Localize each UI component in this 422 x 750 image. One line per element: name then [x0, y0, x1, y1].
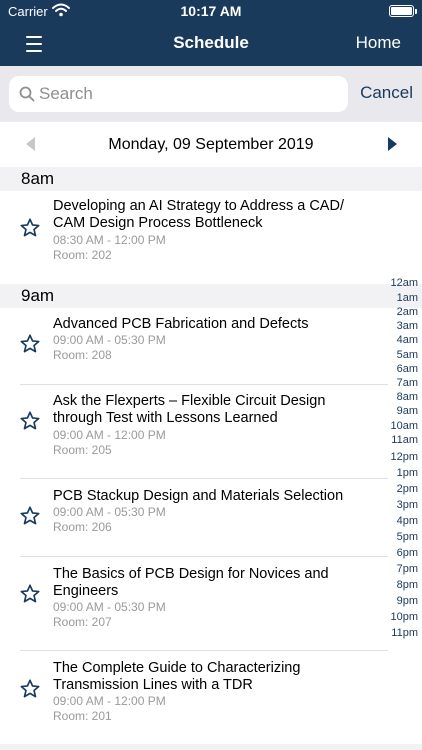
- session-time: 09:00 AM - 05:30 PM: [53, 505, 166, 519]
- date-navigator: Monday, 09 September 2019: [0, 122, 422, 166]
- index-item[interactable]: 2pm: [397, 483, 418, 495]
- session-row[interactable]: PCB Stackup Design and Materials Selecti…: [0, 479, 388, 557]
- index-item[interactable]: 3am: [397, 320, 418, 332]
- session-row[interactable]: Advanced PCB Fabrication and Defects 09:…: [0, 308, 388, 385]
- session-room: Room: 206: [53, 520, 112, 534]
- session-title: The Basics of PCB Design for Novices and…: [53, 566, 329, 599]
- search-icon: [19, 86, 35, 102]
- star-outline-icon[interactable]: [19, 410, 41, 432]
- session-title: Advanced PCB Fabrication and Defects: [53, 316, 309, 332]
- search-field: [9, 76, 348, 112]
- index-item[interactable]: 7am: [397, 377, 418, 389]
- index-item[interactable]: 6am: [397, 363, 418, 375]
- section-header-9am: 9am: [0, 284, 422, 308]
- next-day-arrow-icon[interactable]: [388, 137, 397, 151]
- index-item[interactable]: 6pm: [397, 547, 418, 559]
- search-input[interactable]: [39, 80, 339, 108]
- index-item[interactable]: 2am: [397, 306, 418, 318]
- cancel-button[interactable]: Cancel: [360, 83, 413, 103]
- session-time: 09:00 AM - 05:30 PM: [53, 600, 166, 614]
- section-header-8am: 8am: [0, 167, 422, 191]
- status-bar: Carrier 10:17 AM: [0, 0, 422, 22]
- section-header-label: 8am: [21, 169, 55, 188]
- section-header-label: 9am: [21, 286, 55, 305]
- index-item[interactable]: 5am: [397, 349, 418, 361]
- index-item[interactable]: 11am: [391, 434, 418, 446]
- index-item[interactable]: 9am: [397, 405, 418, 417]
- index-item[interactable]: 10am: [390, 420, 418, 432]
- list-footer: [0, 744, 422, 750]
- index-item[interactable]: 12pm: [390, 451, 418, 463]
- session-time: 09:00 AM - 05:30 PM: [53, 333, 166, 347]
- index-item[interactable]: 3pm: [397, 499, 418, 511]
- session-room: Room: 205: [53, 443, 112, 457]
- index-item[interactable]: 4pm: [397, 515, 418, 527]
- session-room: Room: 207: [53, 615, 112, 629]
- index-item[interactable]: 4am: [397, 334, 418, 346]
- index-item[interactable]: 7pm: [397, 563, 418, 575]
- home-button[interactable]: Home: [356, 33, 401, 53]
- index-item[interactable]: 10pm: [390, 611, 418, 623]
- index-item[interactable]: 11pm: [391, 627, 418, 639]
- session-time: 08:30 AM - 12:00 PM: [53, 233, 166, 247]
- current-date: Monday, 09 September 2019: [108, 136, 314, 153]
- navigation-bar: Schedule Home: [0, 22, 422, 66]
- index-item[interactable]: 8am: [397, 391, 418, 403]
- index-item[interactable]: 1am: [397, 292, 418, 304]
- star-outline-icon[interactable]: [19, 583, 41, 605]
- session-row[interactable]: Ask the Flexperts – Flexible Circuit Des…: [0, 385, 388, 479]
- hamburger-icon[interactable]: [18, 33, 50, 55]
- session-room: Room: 208: [53, 348, 112, 362]
- star-outline-icon[interactable]: [19, 217, 41, 239]
- session-title: The Complete Guide to Characterizing Tra…: [53, 660, 301, 693]
- index-item[interactable]: 8pm: [397, 579, 418, 591]
- star-outline-icon[interactable]: [19, 333, 41, 355]
- session-row[interactable]: The Complete Guide to Characterizing Tra…: [0, 651, 388, 744]
- previous-day-arrow-icon[interactable]: [26, 137, 35, 151]
- search-bar: Cancel: [0, 66, 422, 122]
- battery-icon: [389, 5, 417, 17]
- session-row[interactable]: The Basics of PCB Design for Novices and…: [0, 557, 388, 651]
- clock: 10:17 AM: [180, 3, 242, 19]
- session-title: Ask the Flexperts – Flexible Circuit Des…: [53, 393, 326, 426]
- index-item[interactable]: 5pm: [397, 531, 418, 543]
- session-time: 09:00 AM - 12:00 PM: [53, 428, 166, 442]
- session-title: Developing an AI Strategy to Address a C…: [53, 198, 344, 231]
- index-item[interactable]: 9pm: [397, 595, 418, 607]
- session-time: 09:00 AM - 12:00 PM: [53, 694, 166, 708]
- index-item[interactable]: 12am: [390, 277, 418, 289]
- session-room: Room: 201: [53, 709, 112, 723]
- session-title: PCB Stackup Design and Materials Selecti…: [53, 488, 344, 504]
- session-room: Room: 202: [53, 248, 112, 262]
- star-outline-icon[interactable]: [19, 505, 41, 527]
- index-item[interactable]: 1pm: [397, 467, 418, 479]
- star-outline-icon[interactable]: [19, 678, 41, 700]
- session-row[interactable]: Developing an AI Strategy to Address a C…: [0, 191, 388, 283]
